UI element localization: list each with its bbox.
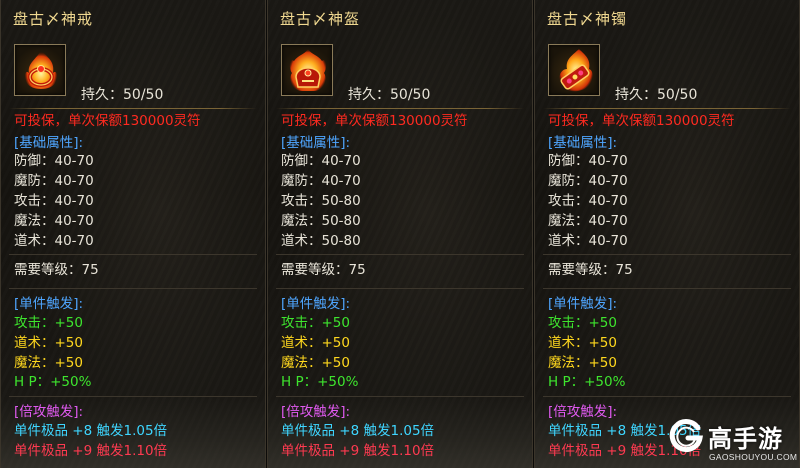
- g-logo-icon: [669, 419, 703, 453]
- divider: [276, 108, 524, 109]
- divider: [276, 288, 524, 289]
- attr-magic: 魔法：50-80: [281, 213, 361, 229]
- attr-taoism: 道术：40-70: [14, 233, 94, 249]
- insure-text: 可投保，单次保额130000灵符: [281, 113, 468, 129]
- single-trigger-attack: 攻击：+50: [548, 315, 617, 331]
- single-trigger-header: [单件触发]:: [281, 296, 351, 312]
- single-trigger-hp: H P：+50%: [281, 374, 359, 390]
- attr-attack: 攻击：40-70: [14, 193, 94, 209]
- attr-magic-defense: 魔防：40-70: [281, 173, 361, 189]
- item-name: 盘古〆神戒: [13, 10, 94, 28]
- durability-text: 持久：50/50: [348, 87, 431, 103]
- divider: [276, 396, 524, 397]
- divider: [543, 288, 791, 289]
- divider: [543, 254, 791, 255]
- divider: [276, 254, 524, 255]
- attr-magic-defense: 魔防：40-70: [14, 173, 94, 189]
- divider: [9, 288, 257, 289]
- divider: [543, 396, 791, 397]
- multi-trigger-header: [倍攻触发]:: [14, 404, 84, 420]
- watermark: 高手游 GAOSHOUYOU.COM: [668, 418, 798, 464]
- attr-taoism: 道术：40-70: [548, 233, 628, 249]
- item-name: 盘古〆神盔: [280, 10, 361, 28]
- multi-trigger-plus8: 单件极品 +8 触发1.05倍: [281, 423, 435, 439]
- multi-trigger-header: [倍攻触发]:: [281, 404, 351, 420]
- single-trigger-header: [单件触发]:: [14, 296, 84, 312]
- single-trigger-magic: 魔法：+50: [281, 355, 350, 371]
- multi-trigger-plus8: 单件极品 +8 触发1.05倍: [14, 423, 168, 439]
- multi-trigger-plus9: 单件极品 +9 触发1.10倍: [281, 443, 435, 459]
- attr-attack: 攻击：40-70: [548, 193, 628, 209]
- attr-taoism: 道术：50-80: [281, 233, 361, 249]
- multi-trigger-plus9: 单件极品 +9 触发1.10倍: [14, 443, 168, 459]
- required-level: 需要等级：75: [548, 262, 633, 278]
- single-trigger-attack: 攻击：+50: [281, 315, 350, 331]
- item-tooltip-ring: 盘古〆神戒 持久：50/50 可投保，单次保额130000灵符 [基础属性]: …: [0, 0, 266, 468]
- insure-text: 可投保，单次保额130000灵符: [548, 113, 735, 129]
- watermark-url: GAOSHOUYOU.COM: [709, 452, 798, 462]
- durability-text: 持久：50/50: [81, 87, 164, 103]
- basic-attr-header: [基础属性]:: [14, 135, 84, 151]
- multi-trigger-header: [倍攻触发]:: [548, 404, 618, 420]
- single-trigger-taoism: 道术：+50: [281, 335, 350, 351]
- item-name: 盘古〆神镯: [547, 10, 628, 28]
- item-icon-slot[interactable]: [548, 44, 600, 96]
- attr-defense: 防御：40-70: [281, 153, 361, 169]
- item-icon-slot[interactable]: [14, 44, 66, 96]
- attr-magic: 魔法：40-70: [548, 213, 628, 229]
- item-icon-slot[interactable]: [281, 44, 333, 96]
- required-level: 需要等级：75: [14, 262, 99, 278]
- attr-magic: 魔法：40-70: [14, 213, 94, 229]
- single-trigger-hp: H P：+50%: [548, 374, 626, 390]
- divider: [9, 108, 257, 109]
- fire-helmet-icon: [289, 49, 327, 91]
- basic-attr-header: [基础属性]:: [281, 135, 351, 151]
- single-trigger-hp: H P：+50%: [14, 374, 92, 390]
- fire-ring-icon: [25, 50, 57, 89]
- basic-attr-header: [基础属性]:: [548, 135, 618, 151]
- item-tooltip-bracelet: 盘古〆神镯 持久：50/50 可投保，单次保额130000灵符 [基础属性]:: [534, 0, 800, 468]
- divider: [543, 108, 791, 109]
- durability-text: 持久：50/50: [615, 87, 698, 103]
- insure-text: 可投保，单次保额130000灵符: [14, 113, 201, 129]
- attr-defense: 防御：40-70: [548, 153, 628, 169]
- fire-bracelet-icon: [559, 49, 593, 92]
- item-tooltip-helmet: 盘古〆神盔 持久：50/50 可投保，单次保额130000灵符 [基础属性]: …: [267, 0, 533, 468]
- divider: [9, 396, 257, 397]
- single-trigger-taoism: 道术：+50: [548, 335, 617, 351]
- single-trigger-header: [单件触发]:: [548, 296, 618, 312]
- divider: [9, 254, 257, 255]
- single-trigger-magic: 魔法：+50: [14, 355, 83, 371]
- single-trigger-magic: 魔法：+50: [548, 355, 617, 371]
- single-trigger-taoism: 道术：+50: [14, 335, 83, 351]
- attr-defense: 防御：40-70: [14, 153, 94, 169]
- watermark-brand: 高手游: [708, 425, 783, 453]
- attr-magic-defense: 魔防：40-70: [548, 173, 628, 189]
- required-level: 需要等级：75: [281, 262, 366, 278]
- single-trigger-attack: 攻击：+50: [14, 315, 83, 331]
- attr-attack: 攻击：50-80: [281, 193, 361, 209]
